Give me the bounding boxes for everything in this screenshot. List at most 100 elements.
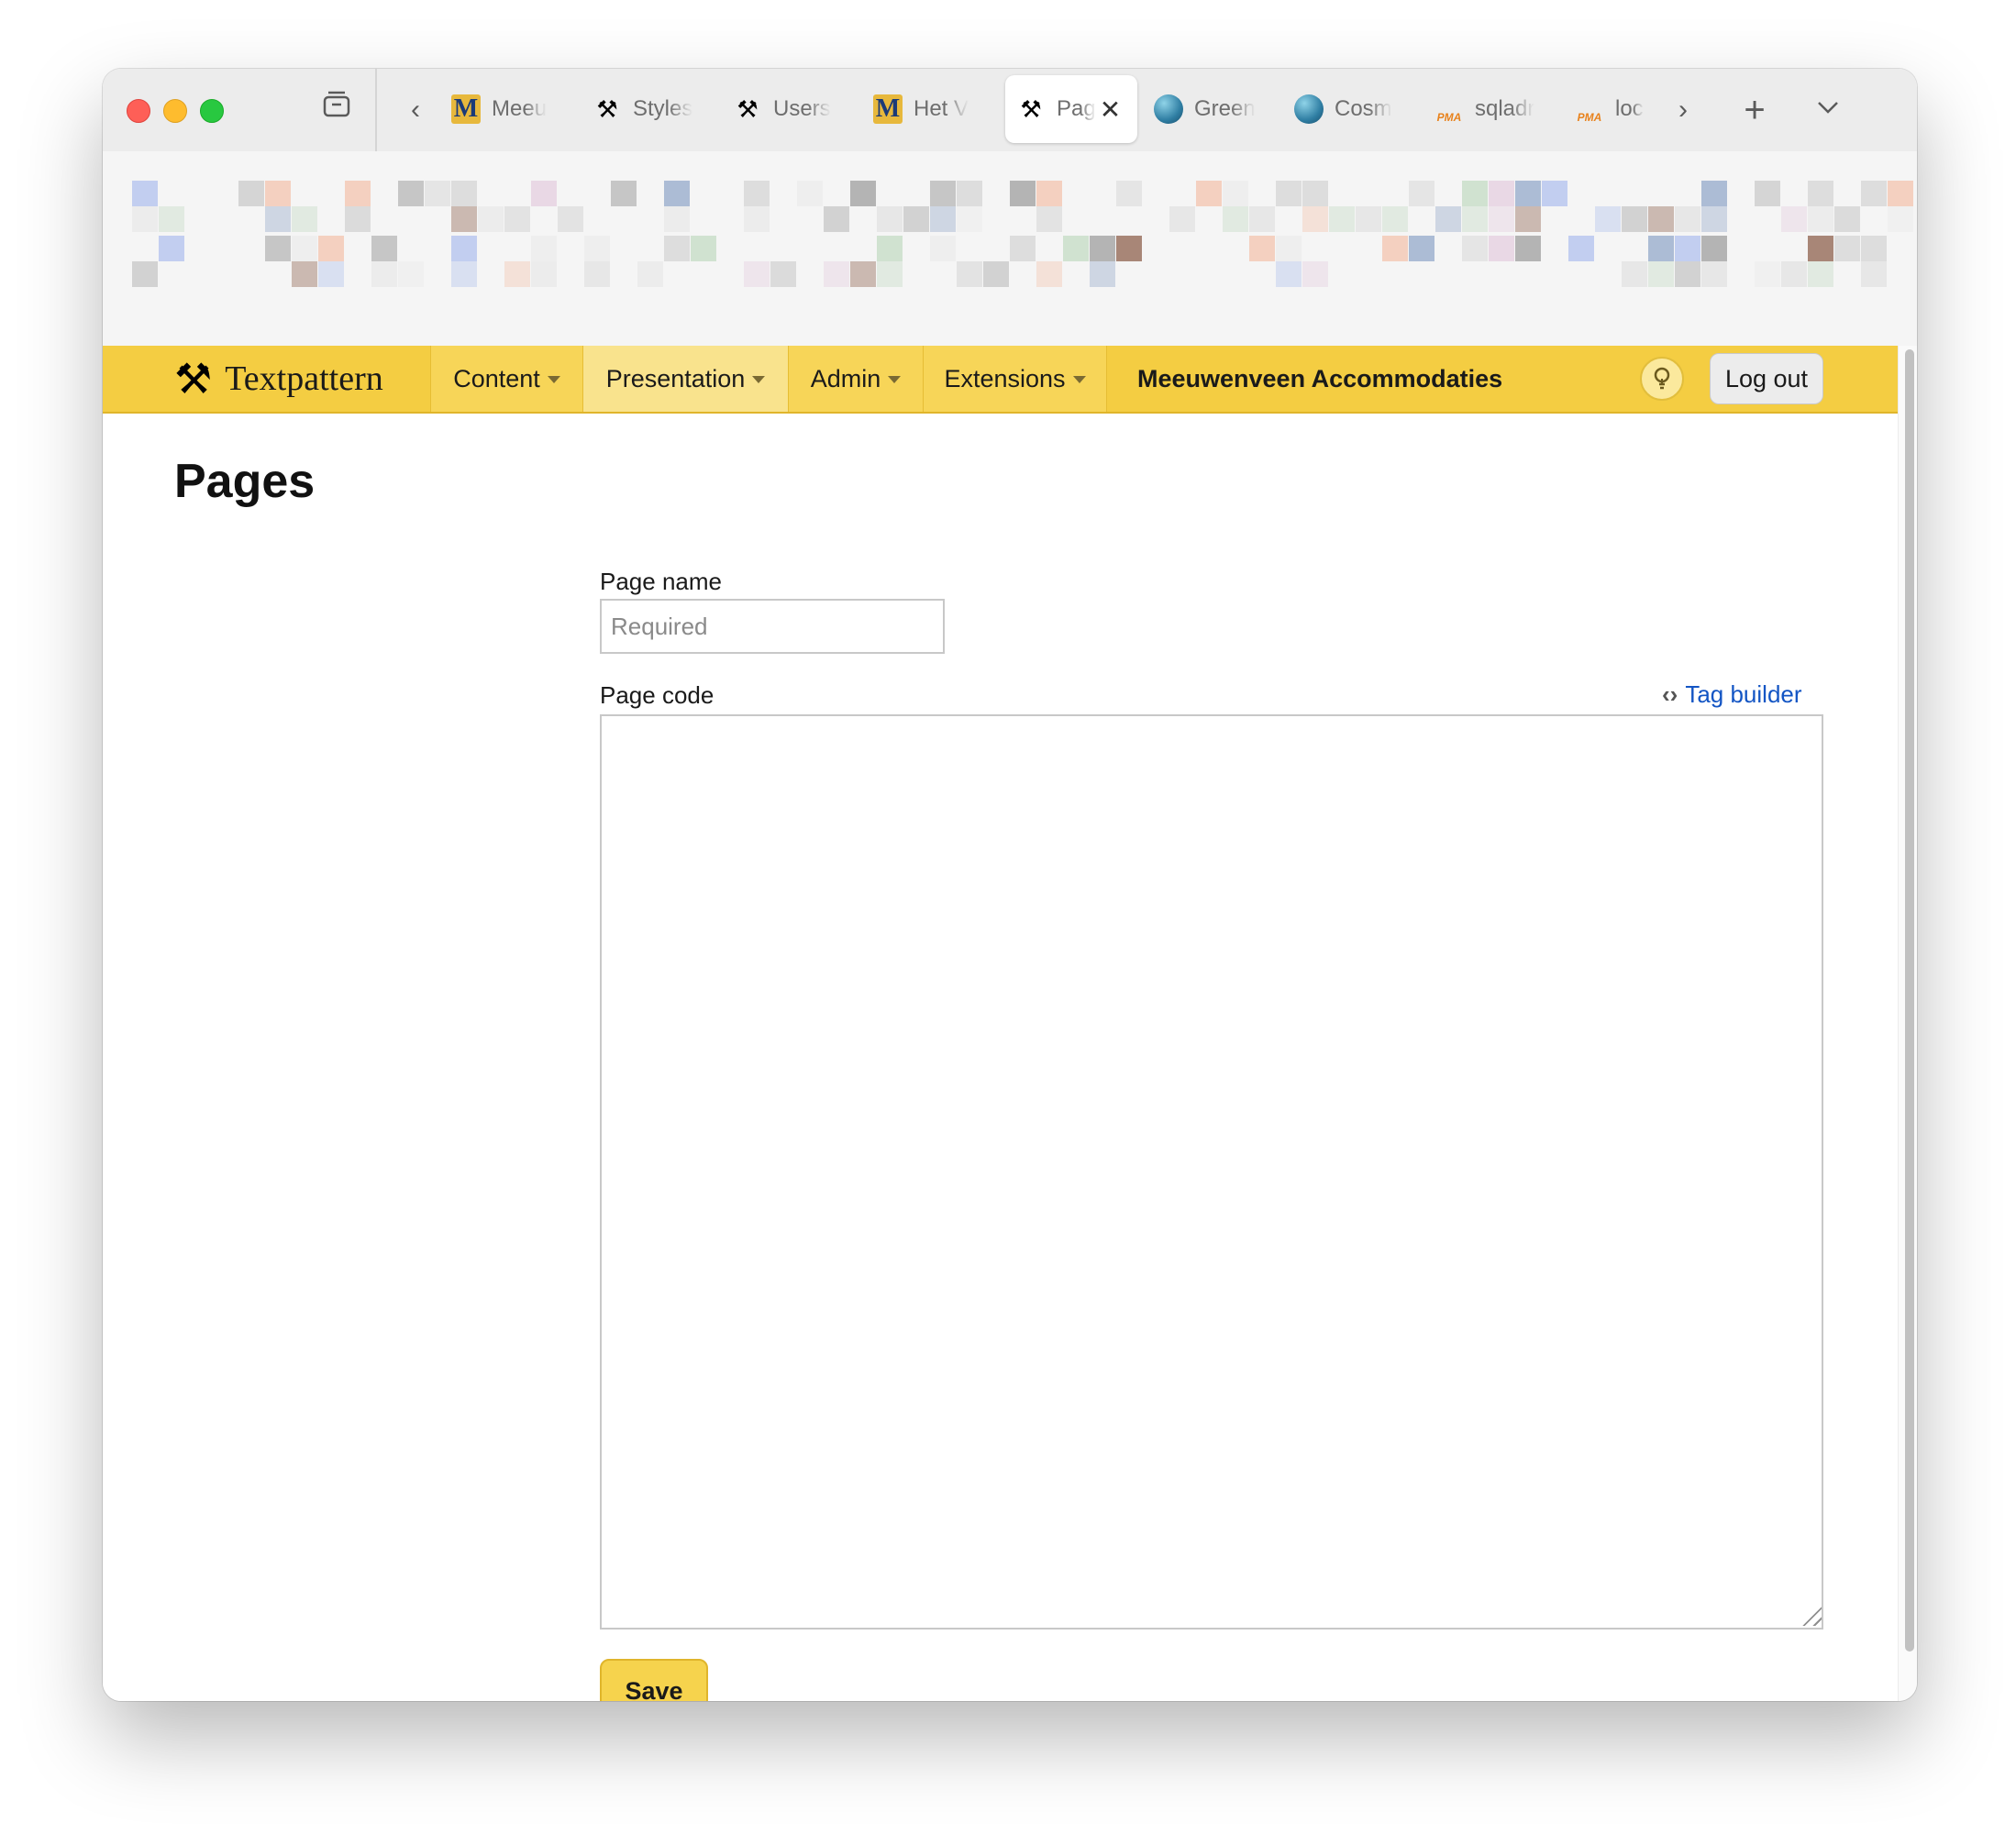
redacted-bookmark-pixel	[398, 181, 424, 206]
tab-label: Users	[773, 96, 831, 121]
page-code-textarea[interactable]	[600, 714, 1823, 1630]
redacted-bookmark-pixel	[983, 261, 1009, 287]
tab-overview-icon[interactable]	[316, 89, 358, 131]
redacted-bookmark-pixel	[797, 181, 823, 206]
redacted-bookmark-pixel	[558, 206, 583, 232]
redacted-bookmark-pixel	[425, 181, 450, 206]
textpattern-logo[interactable]: ⚒ Textpattern	[174, 346, 383, 412]
page-name-input[interactable]	[600, 599, 945, 654]
redacted-bookmark-pixel	[1036, 261, 1062, 287]
lightbulb-icon[interactable]	[1640, 357, 1684, 401]
redacted-bookmark-pixel	[478, 206, 504, 232]
tab-scroll-right-icon[interactable]: ›	[1662, 89, 1704, 131]
tab-loc[interactable]: PMA loc	[1564, 75, 1656, 143]
redacted-bookmark-pixel	[451, 206, 477, 232]
redacted-bookmark-pixel	[877, 236, 903, 261]
redacted-bookmark-pixel	[877, 261, 903, 287]
redacted-bookmark-pixel	[850, 261, 876, 287]
tab-het-v[interactable]: M Het V	[862, 75, 1000, 143]
redacted-bookmark-pixel	[1409, 236, 1434, 261]
globe-favicon-icon	[1154, 94, 1183, 124]
redacted-bookmark-pixel	[1169, 206, 1195, 232]
redacted-bookmark-pixel	[1090, 236, 1115, 261]
nav-extensions[interactable]: Extensions	[923, 346, 1107, 412]
bookmarks-bar-blurred	[103, 151, 1917, 346]
redacted-bookmark-pixel	[1808, 181, 1833, 206]
redacted-bookmark-pixel	[1356, 206, 1381, 232]
caret-down-icon	[752, 376, 766, 383]
scrollbar-thumb[interactable]	[1905, 349, 1914, 1652]
new-tab-icon[interactable]: +	[1734, 89, 1776, 131]
redacted-bookmark-pixel	[744, 261, 770, 287]
redacted-bookmark-pixel	[1249, 236, 1275, 261]
nav-admin[interactable]: Admin	[788, 346, 923, 412]
redacted-bookmark-pixel	[1276, 236, 1302, 261]
nav-content[interactable]: Content	[430, 346, 582, 412]
textpattern-favicon-icon: ⚒	[737, 94, 759, 123]
redacted-bookmark-pixel	[318, 261, 344, 287]
close-window-button[interactable]	[127, 99, 150, 123]
textpattern-header: ⚒ Textpattern Content Presentation Admin…	[103, 346, 1898, 414]
redacted-bookmark-pixel	[132, 206, 158, 232]
redacted-bookmark-pixel	[1010, 236, 1036, 261]
redacted-bookmark-pixel	[1196, 181, 1222, 206]
redacted-bookmark-pixel	[1302, 261, 1328, 287]
redacted-bookmark-pixel	[1834, 206, 1860, 232]
redacted-bookmark-pixel	[930, 236, 956, 261]
redacted-bookmark-pixel	[1223, 206, 1248, 232]
tab-styles[interactable]: ⚒ Styles	[582, 75, 719, 143]
redacted-bookmark-pixel	[1542, 181, 1567, 206]
tab-list-chevron-down-icon[interactable]	[1807, 89, 1849, 131]
redacted-bookmark-pixel	[1302, 181, 1328, 206]
m-favicon-icon: M	[873, 94, 903, 124]
redacted-bookmark-pixel	[1675, 206, 1700, 232]
redacted-bookmark-pixel	[1036, 206, 1062, 232]
tab-label: Meeu	[492, 96, 548, 121]
redacted-bookmark-pixel	[1489, 181, 1514, 206]
tag-builder-link[interactable]: ‹› Tag builder	[1662, 680, 1802, 709]
redacted-bookmark-pixel	[265, 181, 291, 206]
redacted-bookmark-pixel	[1861, 261, 1887, 287]
zoom-window-button[interactable]	[200, 99, 224, 123]
nav-presentation[interactable]: Presentation	[582, 346, 788, 412]
redacted-bookmark-pixel	[1329, 206, 1355, 232]
redacted-bookmark-pixel	[1701, 181, 1727, 206]
redacted-bookmark-pixel	[1595, 206, 1621, 232]
redacted-bookmark-pixel	[1515, 236, 1541, 261]
close-tab-icon[interactable]: ✕	[1100, 94, 1121, 125]
tab-users[interactable]: ⚒ Users	[722, 75, 859, 143]
tab-green[interactable]: Green	[1143, 75, 1280, 143]
tab-cosm[interactable]: Cosm	[1283, 75, 1421, 143]
redacted-bookmark-pixel	[1808, 261, 1833, 287]
redacted-bookmark-pixel	[1781, 261, 1807, 287]
minimize-window-button[interactable]	[163, 99, 187, 123]
tab-label: Cosm	[1335, 96, 1392, 121]
redacted-bookmark-pixel	[824, 206, 849, 232]
tab-meeu[interactable]: M Meeu	[440, 75, 578, 143]
tab-label: sqladr	[1475, 96, 1535, 121]
redacted-bookmark-pixel	[345, 181, 371, 206]
redacted-bookmark-pixel	[159, 236, 184, 261]
redacted-bookmark-pixel	[1223, 181, 1248, 206]
redacted-bookmark-pixel	[1701, 236, 1727, 261]
redacted-bookmark-pixel	[1648, 206, 1674, 232]
tab-scroll-left-icon[interactable]: ‹	[394, 89, 437, 131]
tab-pages-active[interactable]: ⚒ Pag ✕	[1005, 75, 1137, 143]
hammer-icon: ⚒	[174, 355, 213, 403]
redacted-bookmark-pixel	[1701, 261, 1727, 287]
redacted-bookmark-pixel	[371, 261, 397, 287]
site-name-link[interactable]: Meeuwenveen Accommodaties	[1137, 346, 1502, 412]
redacted-bookmark-pixel	[1808, 206, 1833, 232]
redacted-bookmark-pixel	[132, 261, 158, 287]
redacted-bookmark-pixel	[850, 181, 876, 206]
redacted-bookmark-pixel	[1755, 181, 1780, 206]
redacted-bookmark-pixel	[1622, 261, 1647, 287]
redacted-bookmark-pixel	[744, 206, 770, 232]
logout-button[interactable]: Log out	[1710, 353, 1823, 404]
m-favicon-icon: M	[451, 94, 481, 124]
save-button[interactable]: Save	[600, 1659, 708, 1701]
redacted-bookmark-pixel	[1116, 236, 1142, 261]
redacted-bookmark-pixel	[531, 236, 557, 261]
tab-sqladr[interactable]: PMA sqladr	[1423, 75, 1561, 143]
redacted-bookmark-pixel	[611, 181, 637, 206]
